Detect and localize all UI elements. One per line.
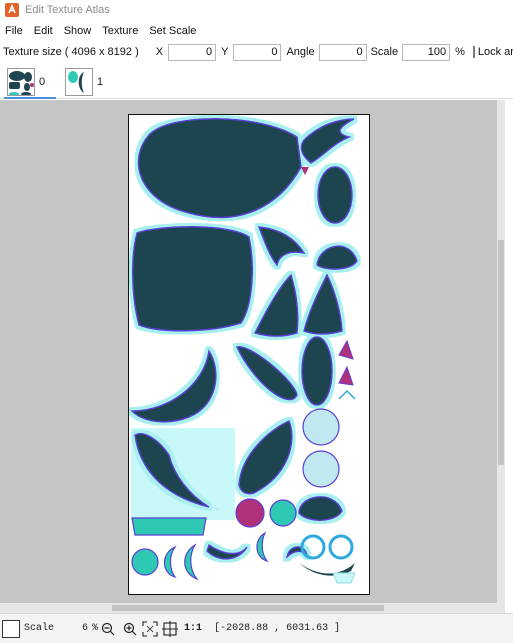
center-view-icon[interactable] — [162, 620, 179, 637]
menu-bar: File Edit Show Texture Set Scale — [0, 20, 513, 41]
uv-crescent-2 — [184, 543, 199, 581]
status-bar: Scale 6 % 1:1 [-2028.88 , 6031.63 ] — [0, 613, 513, 643]
uv-crescent-1 — [163, 545, 177, 579]
texture-atlas-page[interactable] — [128, 114, 370, 595]
x-label: X — [155, 46, 164, 58]
uv-triangle-1 — [338, 339, 354, 360]
angle-input[interactable] — [318, 43, 367, 61]
uv-island-horn-right — [303, 273, 343, 335]
uv-crescent-3 — [256, 531, 269, 563]
uv-ring-1 — [300, 534, 326, 560]
scale-status-label: Scale — [24, 623, 55, 634]
uv-ring-2 — [328, 534, 354, 560]
fit-to-window-icon[interactable] — [142, 620, 158, 637]
tab-0-label: 0 — [39, 76, 46, 88]
atlas-0-thumbnail — [7, 68, 35, 96]
uv-island-claw-top — [300, 118, 355, 164]
uv-island-oval-mid — [301, 336, 333, 406]
uv-triangle-2 — [338, 365, 354, 386]
background-color-swatch[interactable] — [2, 619, 20, 638]
percent-label: % — [455, 46, 465, 58]
horizontal-scroll-thumb[interactable] — [112, 605, 384, 611]
uv-heart-small — [301, 167, 309, 175]
uv-chevron — [338, 389, 356, 400]
atlas-1-thumbnail — [65, 68, 93, 96]
zoom-out-icon[interactable] — [100, 621, 116, 637]
window-title: Edit Texture Atlas — [25, 4, 110, 16]
atlas-tab-bar: 0 1 — [0, 64, 513, 99]
uv-island-square — [132, 225, 253, 332]
zoom-value: 6 — [82, 623, 89, 634]
zoom-unit: % — [92, 623, 99, 634]
uv-circle-bottom-1 — [131, 548, 159, 576]
scale-input[interactable] — [402, 43, 451, 61]
app-logo-icon — [5, 3, 19, 17]
tab-1-label: 1 — [97, 76, 104, 88]
horizontal-scrollbar[interactable] — [0, 603, 505, 613]
menu-edit[interactable]: Edit — [29, 25, 59, 37]
tab-atlas-0[interactable]: 0 — [7, 66, 45, 98]
atlas-canvas[interactable] — [0, 100, 505, 603]
atlas-uv-islands — [130, 118, 358, 584]
uv-island-fang-pair — [257, 226, 306, 267]
uv-small-teal-tab — [332, 572, 356, 584]
transform-toolbar: Texture size ( 4096 x 8192 ) X Y Angle S… — [0, 41, 513, 63]
scale-label: Scale — [370, 46, 399, 58]
uv-island-blade — [238, 419, 293, 495]
y-input[interactable] — [233, 43, 282, 61]
uv-island-horn-left — [253, 273, 299, 337]
menu-set-scale[interactable]: Set Scale — [144, 25, 202, 37]
uv-island-curve-left — [130, 348, 217, 423]
uv-island-large-top — [137, 118, 302, 219]
lock-angle-label: Lock angle — [477, 46, 513, 58]
cursor-coordinates: [-2028.88 , 6031.63 ] — [214, 623, 341, 634]
vertical-scroll-thumb[interactable] — [498, 240, 504, 465]
angle-label: Angle — [286, 46, 315, 58]
actual-size-button[interactable]: 1:1 — [184, 623, 202, 634]
uv-island-dome — [316, 245, 358, 270]
zoom-in-icon[interactable] — [122, 621, 138, 637]
menu-texture[interactable]: Texture — [97, 25, 144, 37]
menu-file[interactable]: File — [0, 25, 29, 37]
y-label: Y — [221, 46, 229, 58]
title-bar: Edit Texture Atlas — [0, 0, 513, 20]
uv-island-feather — [235, 346, 298, 401]
uv-circle-speckled-2 — [302, 450, 340, 488]
uv-island-lower-arc — [206, 543, 248, 560]
uv-island-semicircle — [298, 496, 343, 521]
texture-size-label: Texture size ( 4096 x 8192 ) — [3, 46, 139, 58]
uv-circle-teal — [269, 499, 297, 527]
uv-circle-speckled-1 — [302, 408, 340, 446]
x-input[interactable] — [168, 43, 217, 61]
uv-circle-magenta — [235, 498, 265, 528]
lock-angle-checkbox[interactable] — [472, 46, 475, 58]
uv-strip-teal — [131, 517, 207, 536]
tab-atlas-1[interactable]: 1 — [65, 66, 103, 98]
vertical-scrollbar[interactable] — [497, 100, 505, 603]
menu-show[interactable]: Show — [59, 25, 98, 37]
active-tab-indicator — [4, 97, 56, 99]
uv-island-oval-top — [317, 166, 353, 224]
